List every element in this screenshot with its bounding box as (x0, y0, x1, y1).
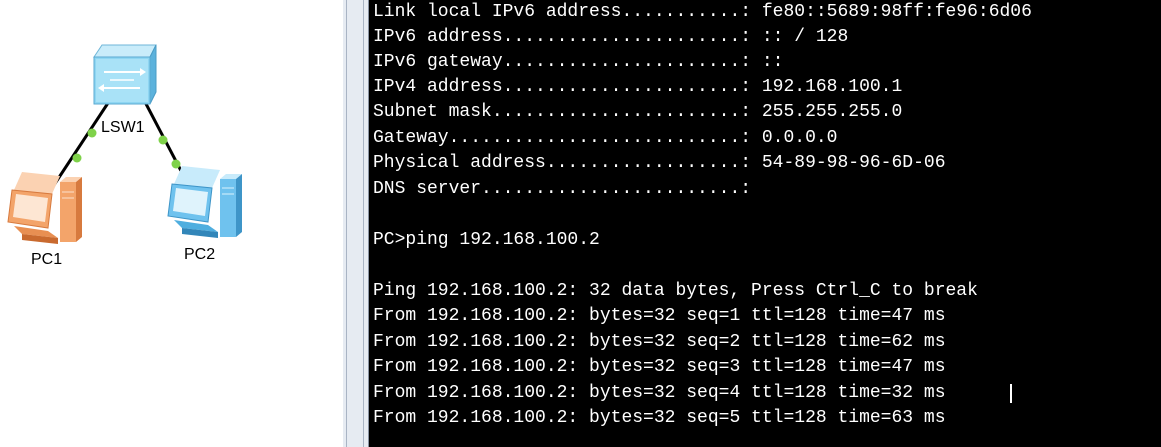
console-line: Physical address..................: 54-8… (373, 153, 946, 173)
device-label-pc2: PC2 (184, 246, 216, 263)
pc-icon[interactable] (7, 172, 82, 244)
device-label-pc1: PC1 (31, 251, 63, 268)
pane-splitter[interactable] (343, 0, 369, 447)
pc-command-console[interactable]: Link local IPv6 address...........: fe80… (369, 0, 1161, 447)
topology-diagram (7, 44, 242, 244)
text-cursor (1010, 384, 1012, 403)
ensp-window: LSW1 PC1 PC2 Link local IPv6 address....… (0, 0, 1161, 447)
port-status-lsw1-pc1-bottom (72, 153, 82, 163)
console-line: Gateway...........................: 0.0.… (373, 128, 838, 148)
link-lsw1-pc1[interactable] (50, 99, 112, 189)
console-line: Ping 192.168.100.2: 32 data bytes, Press… (373, 281, 978, 301)
splitter-edge (346, 0, 347, 447)
console-line: IPv6 gateway......................: :: (373, 52, 784, 72)
console-line: From 192.168.100.2: bytes=32 seq=3 ttl=1… (373, 357, 946, 377)
console-line: IPv6 address......................: :: /… (373, 27, 849, 47)
console-line: DNS server........................: (373, 179, 752, 199)
topology-canvas[interactable]: LSW1 PC1 PC2 (0, 0, 343, 447)
console-line: Link local IPv6 address...........: fe80… (373, 2, 1032, 22)
console-line: IPv4 address......................: 192.… (373, 77, 903, 97)
splitter-edge (363, 0, 364, 447)
console-line: From 192.168.100.2: bytes=32 seq=1 ttl=1… (373, 306, 946, 326)
console-line: From 192.168.100.2: bytes=32 seq=2 ttl=1… (373, 332, 946, 352)
switch-icon[interactable] (93, 44, 157, 105)
console-line: Subnet mask.......................: 255.… (373, 102, 903, 122)
port-status-lsw1-pc2-top (158, 135, 168, 145)
port-status-lsw1-pc1-top (87, 128, 97, 138)
console-line: PC>ping 192.168.100.2 (373, 230, 600, 250)
device-label-lsw1: LSW1 (101, 119, 145, 136)
pc-icon[interactable] (167, 166, 242, 238)
console-line: From 192.168.100.2: bytes=32 seq=4 ttl=1… (373, 383, 946, 403)
console-line: From 192.168.100.2: bytes=32 seq=5 ttl=1… (373, 408, 946, 428)
port-status-lsw1-pc2-bottom (171, 159, 181, 169)
